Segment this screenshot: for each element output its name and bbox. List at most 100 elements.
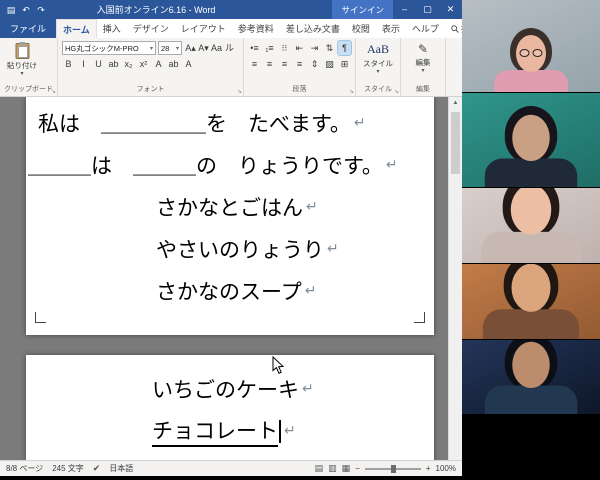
numbering-button[interactable]: ₁≡ <box>263 41 276 55</box>
tab-ホーム[interactable]: ホーム <box>56 19 97 38</box>
document-text: ＿＿＿は ＿＿＿の りょうりです。 <box>28 154 383 178</box>
zoom-slider-thumb[interactable] <box>390 464 396 473</box>
change-case-button[interactable]: Aa <box>210 41 223 55</box>
line-spacing-button[interactable]: ⇕ <box>308 57 321 71</box>
tab-デザイン[interactable]: デザイン <box>127 19 175 38</box>
shading-button[interactable]: ▨ <box>323 57 336 71</box>
participant-video-2[interactable] <box>462 93 600 187</box>
minimize-button[interactable]: – <box>393 0 416 19</box>
bold-button[interactable]: B <box>62 57 75 71</box>
document-line[interactable]: チョコレート ↵ <box>26 410 434 452</box>
read-mode-icon[interactable]: ▤ <box>315 463 324 474</box>
tab-差し込み文書[interactable]: 差し込み文書 <box>280 19 346 38</box>
print-layout-icon[interactable]: ▥ <box>328 463 337 474</box>
scroll-up-icon[interactable]: ▲ <box>449 97 462 110</box>
align-left-button[interactable]: ≡ <box>248 57 261 71</box>
grow-font-button[interactable]: A▴ <box>184 41 197 55</box>
zoom-out-button[interactable]: − <box>355 464 360 473</box>
tab-表示[interactable]: 表示 <box>376 19 406 38</box>
tab-ヘルプ[interactable]: ヘルプ <box>406 19 445 38</box>
scrollbar-thumb[interactable] <box>451 112 460 174</box>
tab-ファイル[interactable]: ファイル <box>0 19 57 38</box>
multilevel-list-button[interactable]: ⁝⁝ <box>278 41 291 55</box>
ruby-button[interactable]: ル <box>223 41 236 55</box>
justify-button[interactable]: ≡ <box>293 57 306 71</box>
margin-corner-mark <box>414 312 425 323</box>
vertical-scrollbar[interactable]: ▲ <box>448 97 462 460</box>
underline-button[interactable]: U <box>92 57 105 71</box>
bullets-button[interactable]: •≡ <box>248 41 261 55</box>
superscript-button[interactable]: x² <box>137 57 150 71</box>
tab-参考資料[interactable]: 参考資料 <box>232 19 280 38</box>
save-button[interactable]: ▤ <box>6 4 16 16</box>
dialog-launcher-icon[interactable]: ↘ <box>51 88 56 95</box>
styles-button[interactable]: AaB スタイル ▾ <box>360 41 396 75</box>
torso <box>484 385 578 414</box>
italic-button[interactable]: I <box>77 57 90 71</box>
zoom-level[interactable]: 100% <box>436 464 456 473</box>
participant-video-3[interactable] <box>462 188 600 263</box>
undo-button[interactable]: ↶ <box>21 4 31 16</box>
document-page-1[interactable]: 私は ＿＿＿＿＿を たべます。 ↵ ＿＿＿は ＿＿＿の りょうりです。 ↵ さかなとごは… <box>26 97 434 335</box>
document-area[interactable]: 私は ＿＿＿＿＿を たべます。 ↵ ＿＿＿は ＿＿＿の りょうりです。 ↵ さかなとごは… <box>0 97 462 460</box>
close-button[interactable]: ✕ <box>439 0 462 19</box>
window-controls: – ▢ ✕ <box>393 0 462 19</box>
tab-label: レイアウト <box>180 24 226 34</box>
subscript-button[interactable]: x₂ <box>122 57 135 71</box>
document-line[interactable]: やさいのりょうり ↵ <box>26 228 434 270</box>
align-center-button[interactable]: ≡ <box>263 57 276 71</box>
tab-label: 校閲 <box>351 24 370 34</box>
web-layout-icon[interactable]: ▦ <box>342 463 351 474</box>
font-size-combo[interactable]: 28 ▾ <box>158 41 182 55</box>
language-indicator[interactable]: 日本語 <box>109 463 133 474</box>
tab-レイアウト[interactable]: レイアウト <box>175 19 232 38</box>
decrease-indent-button[interactable]: ⇤ <box>293 41 306 55</box>
document-line[interactable]: いちごのケーキ ↵ <box>26 368 434 410</box>
zoom-in-button[interactable]: + <box>426 464 431 473</box>
dialog-launcher-icon[interactable]: ↘ <box>349 88 354 95</box>
text-highlight-button[interactable]: ab <box>167 57 180 71</box>
document-line[interactable]: さかなのスープ ↵ <box>26 270 434 312</box>
strikethrough-button[interactable]: ab <box>107 57 120 71</box>
dialog-launcher-icon[interactable]: ↘ <box>394 88 399 95</box>
screen: ▤ ↶ ↷ 入国前オンライン6.16 - Word サインイン – ▢ ✕ ファイル ホー… <box>0 0 600 480</box>
font-name-combo[interactable]: HG丸ゴシックM-PRO ▾ <box>62 41 156 55</box>
document-page-2[interactable]: いちごのケーキ ↵ チョコレート ↵ <box>26 355 434 460</box>
page-indicator[interactable]: 8/8 ページ <box>6 463 43 474</box>
word-count[interactable]: 245 文字 <box>52 463 84 474</box>
editing-button[interactable]: ✎ 編集 ▾ <box>405 41 441 74</box>
sort-button[interactable]: ⇅ <box>323 41 336 55</box>
document-line[interactable]: ＿＿＿は ＿＿＿の りょうりです。 ↵ <box>26 144 434 186</box>
styles-preview-icon: AaB <box>367 42 389 56</box>
participant-video-1[interactable] <box>462 0 600 92</box>
glasses-icon <box>519 49 543 57</box>
styles-group: AaB スタイル ▾ スタイル ↘ <box>356 38 401 96</box>
tab-校閲[interactable]: 校閲 <box>346 19 376 38</box>
ribbon: 貼り付け ▾ クリップボード ↘ HG丸ゴシックM-PRO ▾ 28 ▾ A▴ … <box>0 38 462 97</box>
font-color-button[interactable]: A <box>182 57 195 71</box>
margin-corner-mark <box>35 312 46 323</box>
align-right-button[interactable]: ≡ <box>278 57 291 71</box>
sign-in-button[interactable]: サインイン <box>332 0 393 19</box>
paragraph-row2: ≡ ≡ ≡ ≡ ⇕ ▨ ⊞ <box>248 57 351 71</box>
dialog-launcher-icon[interactable]: ↘ <box>237 88 242 95</box>
restore-button[interactable]: ▢ <box>416 0 439 19</box>
participant-video-4[interactable] <box>462 264 600 339</box>
participant-video-5[interactable] <box>462 340 600 414</box>
formatting-marks-button[interactable]: ¶ <box>337 40 352 56</box>
borders-button[interactable]: ⊞ <box>338 57 351 71</box>
zoom-slider[interactable] <box>364 464 421 473</box>
mouse-cursor <box>272 356 285 374</box>
tab-挿入[interactable]: 挿入 <box>97 19 127 38</box>
document-line[interactable]: さかなとごはん ↵ <box>26 186 434 228</box>
clipboard-group: 貼り付け ▾ クリップボード ↘ <box>0 38 58 96</box>
torso <box>494 70 568 92</box>
proofing-icon[interactable]: ✔ <box>93 463 101 474</box>
redo-button[interactable]: ↷ <box>36 4 46 16</box>
document-line[interactable]: 私は ＿＿＿＿＿を たべます。 ↵ <box>26 102 434 144</box>
paste-button[interactable]: 貼り付け ▾ <box>4 41 40 77</box>
shrink-font-button[interactable]: A▾ <box>197 41 210 55</box>
text-effects-button[interactable]: A <box>152 57 165 71</box>
increase-indent-button[interactable]: ⇥ <box>308 41 321 55</box>
chevron-down-icon: ▾ <box>175 45 179 52</box>
